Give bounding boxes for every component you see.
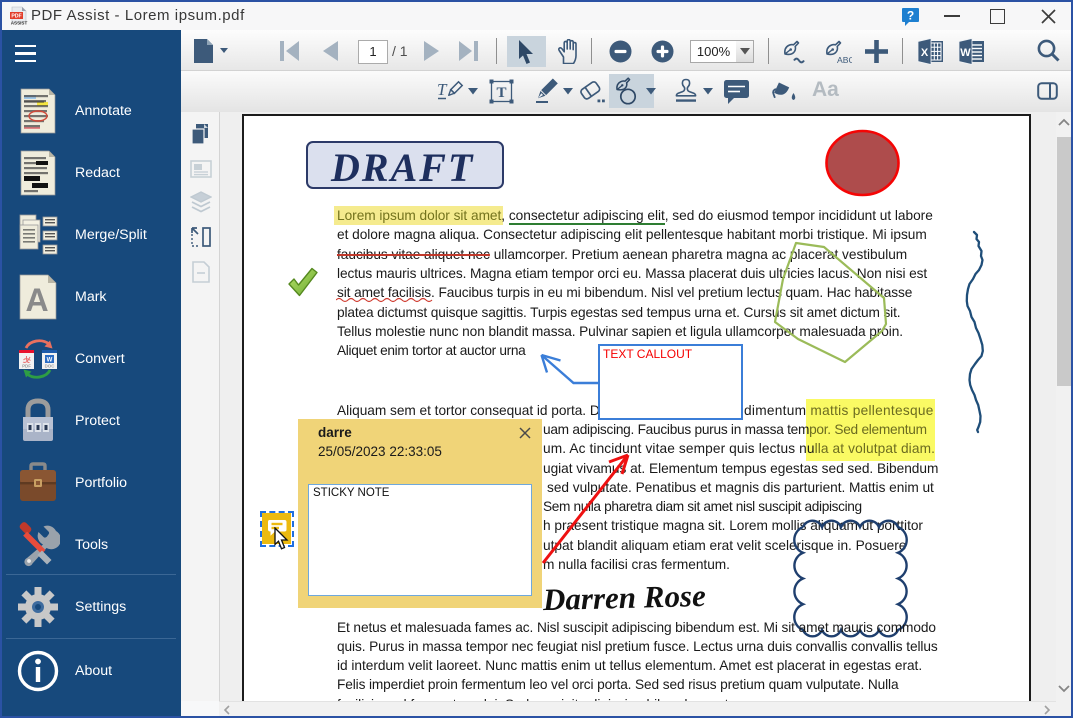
svg-text:ASSIST: ASSIST	[11, 20, 28, 25]
svg-text:ABC: ABC	[837, 55, 852, 64]
svg-text:PDF: PDF	[11, 14, 21, 20]
svg-text:?: ?	[907, 9, 914, 23]
svg-text:A: A	[25, 282, 48, 318]
svg-text:PDF: PDF	[22, 364, 31, 369]
svg-text:X: X	[921, 47, 929, 59]
svg-text:W: W	[960, 47, 971, 59]
svg-text:DOC: DOC	[45, 364, 56, 369]
svg-text:T: T	[496, 85, 506, 101]
svg-text:T: T	[437, 80, 448, 99]
